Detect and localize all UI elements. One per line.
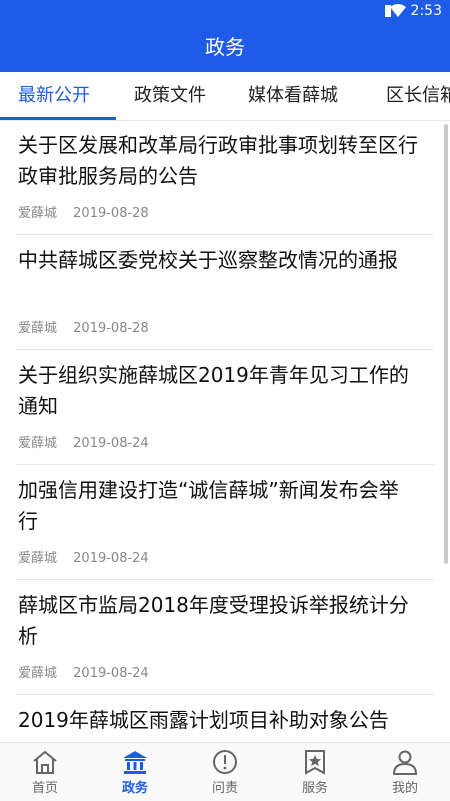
home-icon <box>33 750 57 774</box>
article-date: 2019-08-28 <box>73 321 149 336</box>
article-title: 2019年薛城区雨露计划项目补助对象公告 <box>18 708 389 732</box>
nav-government-label: 政务 <box>121 781 148 796</box>
article-source: 爱薛城 <box>18 666 58 681</box>
star-bookmark-icon <box>305 750 325 775</box>
nav-government[interactable]: 政务 <box>90 743 180 801</box>
article-date: 2019-08-24 <box>73 436 149 451</box>
list-item[interactable]: 关于组织实施薛城区2019年青年见习工作的通知 爱薛城 2019-08-24 <box>16 350 434 465</box>
list-item[interactable]: 中共薛城区委党校关于巡察整改情况的通报 爱薛城 2019-08-28 <box>16 235 434 350</box>
tab-latest-public[interactable]: 最新公开 <box>18 72 90 120</box>
nav-service[interactable]: 服务 <box>270 743 360 801</box>
article-source: 爱薛城 <box>18 551 58 566</box>
article-title: 中共薛城区委党校关于巡察整改情况的通报 <box>18 248 398 272</box>
status-bar: 2:53 <box>0 0 450 24</box>
nav-service-label: 服务 <box>301 781 328 796</box>
user-icon <box>392 750 418 775</box>
nav-accountability-label: 问责 <box>211 781 238 796</box>
exclamation-circle-icon <box>213 750 237 774</box>
list-item[interactable]: 2019年薛城区雨露计划项目补助对象公告 <box>16 695 434 742</box>
bottom-nav: 首页 政务 问责 服务 我的 <box>0 742 450 801</box>
article-source: 爱薛城 <box>18 206 58 221</box>
list-item[interactable]: 薛城区市监局2018年度受理投诉举报统计分析 爱薛城 2019-08-24 <box>16 580 434 695</box>
tab-bar: 最新公开 政策文件 媒体看薛城 区长信箱 <box>0 72 450 121</box>
article-title: 薛城区市监局2018年度受理投诉举报统计分析 <box>18 593 409 648</box>
article-date: 2019-08-24 <box>73 551 149 566</box>
tab-mayor-mailbox[interactable]: 区长信箱 <box>386 72 450 120</box>
nav-mine[interactable]: 我的 <box>360 743 450 801</box>
article-source: 爱薛城 <box>18 436 58 451</box>
article-meta: 爱薛城 2019-08-24 <box>18 662 161 681</box>
battery-icon <box>385 5 391 17</box>
article-title: 加强信用建设打造“诚信薛城”新闻发布会举行 <box>18 478 399 533</box>
article-title: 关于区发展和改革局行政审批事项划转至区行政审批服务局的公告 <box>18 133 418 188</box>
article-meta: 爱薛城 2019-08-24 <box>18 432 161 451</box>
wifi-icon <box>390 4 406 17</box>
tab-media-view[interactable]: 媒体看薛城 <box>248 72 338 120</box>
article-date: 2019-08-28 <box>73 206 149 221</box>
scrollbar[interactable] <box>444 124 448 564</box>
nav-home-label: 首页 <box>31 781 58 796</box>
article-meta: 爱薛城 2019-08-24 <box>18 547 161 566</box>
nav-accountability[interactable]: 问责 <box>180 743 270 801</box>
nav-mine-label: 我的 <box>391 781 418 796</box>
status-time: 2:53 <box>410 3 442 19</box>
article-meta: 爱薛城 2019-08-28 <box>18 202 161 221</box>
government-building-icon <box>123 751 147 774</box>
article-date: 2019-08-24 <box>73 666 149 681</box>
article-list[interactable]: 关于区发展和改革局行政审批事项划转至区行政审批服务局的公告 爱薛城 2019-0… <box>0 120 450 742</box>
list-item[interactable]: 关于区发展和改革局行政审批事项划转至区行政审批服务局的公告 爱薛城 2019-0… <box>16 120 434 235</box>
nav-home[interactable]: 首页 <box>0 743 90 801</box>
page-title: 政务 <box>0 24 450 72</box>
article-title: 关于组织实施薛城区2019年青年见习工作的通知 <box>18 363 409 418</box>
article-meta: 爱薛城 2019-08-28 <box>18 317 161 336</box>
list-item[interactable]: 加强信用建设打造“诚信薛城”新闻发布会举行 爱薛城 2019-08-24 <box>16 465 434 580</box>
tab-policy-documents[interactable]: 政策文件 <box>134 72 206 120</box>
article-source: 爱薛城 <box>18 321 58 336</box>
